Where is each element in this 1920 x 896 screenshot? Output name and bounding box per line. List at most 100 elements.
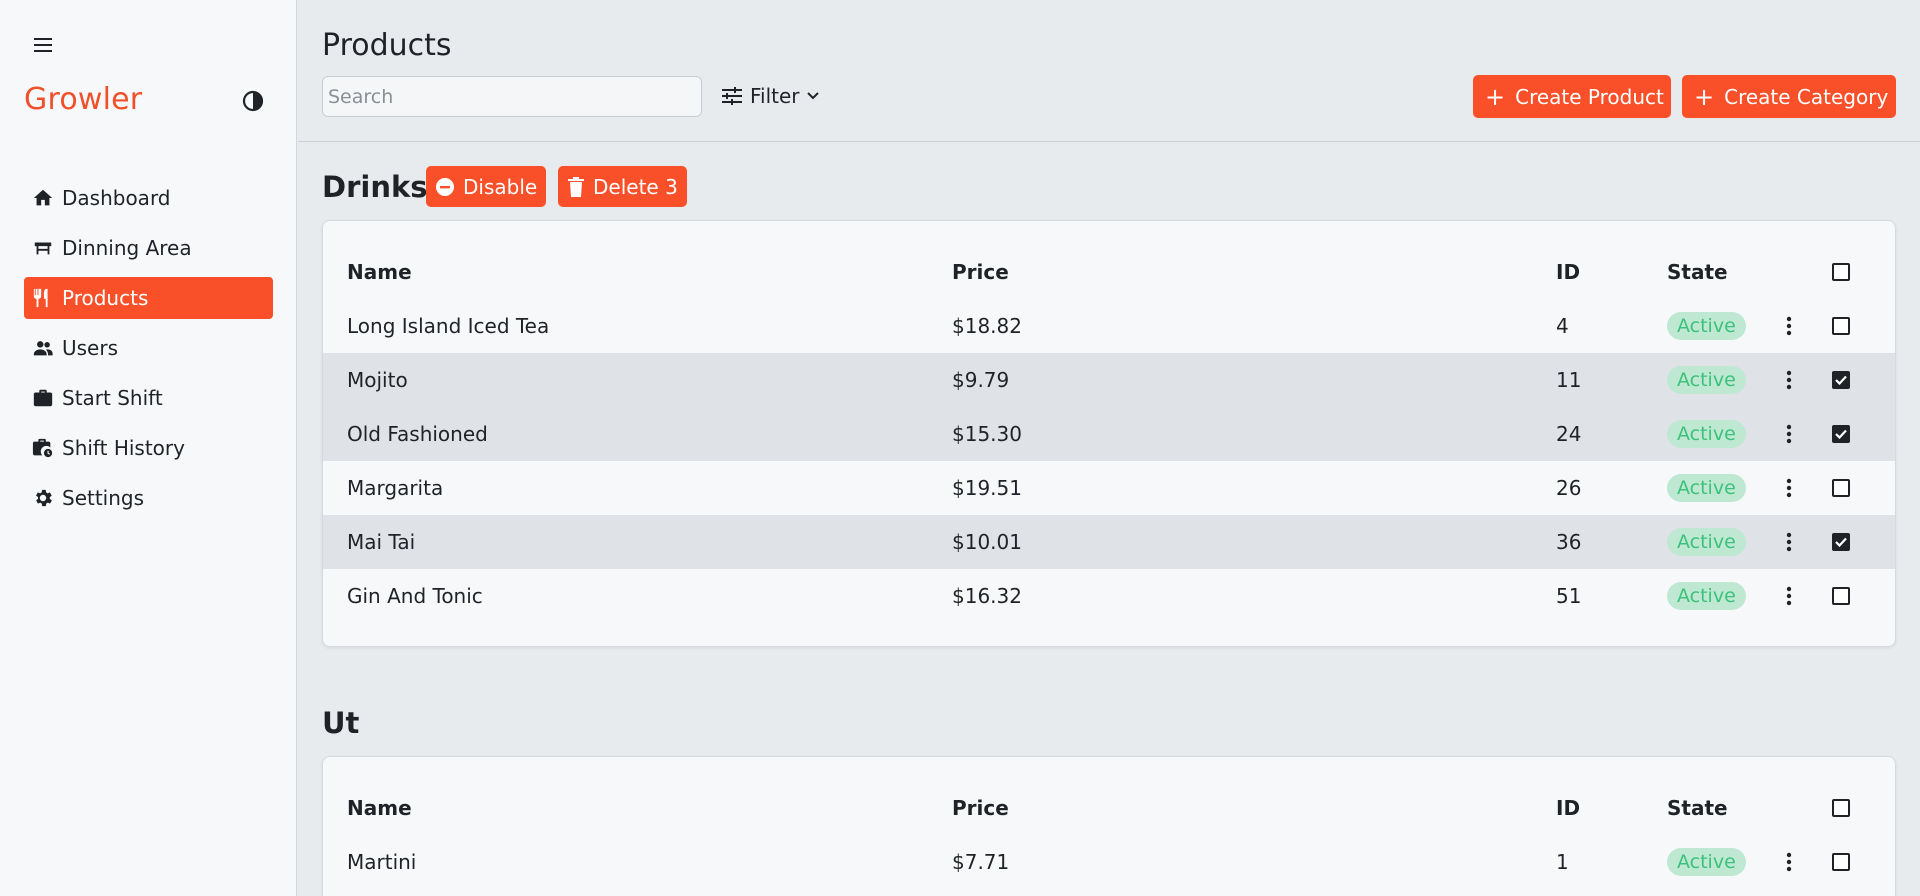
sliders-icon — [722, 87, 742, 105]
sidebar-item-dashboard[interactable]: Dashboard — [24, 177, 273, 219]
select-all-checkbox[interactable] — [1829, 781, 1853, 835]
more-vertical-icon — [1786, 532, 1792, 552]
row-actions-button[interactable] — [1777, 461, 1801, 515]
product-id: 51 — [1556, 584, 1582, 608]
sidebar-item-label: Dinning Area — [62, 236, 192, 260]
select-all-checkbox[interactable] — [1829, 245, 1853, 299]
delete-label: Delete 3 — [593, 174, 678, 199]
column-header-state[interactable]: State — [1667, 781, 1728, 835]
search-input[interactable] — [322, 76, 702, 117]
row-select[interactable] — [1829, 407, 1853, 461]
row-actions-button[interactable] — [1777, 515, 1801, 569]
create-category-label: Create Category — [1724, 84, 1889, 109]
row-select[interactable] — [1829, 299, 1853, 353]
check-icon — [1835, 375, 1847, 385]
column-header-price[interactable]: Price — [952, 245, 1009, 299]
sidebar-item-label: Products — [62, 286, 149, 310]
column-header-id[interactable]: ID — [1556, 245, 1580, 299]
sidebar-item-dinning-area[interactable]: Dinning Area — [24, 227, 273, 269]
row-select[interactable] — [1829, 353, 1853, 407]
row-actions-button[interactable] — [1777, 569, 1801, 623]
plus-icon: + — [1694, 82, 1715, 111]
sidebar-item-settings[interactable]: Settings — [24, 477, 273, 519]
table-row[interactable]: Martini $7.71 1 Active — [323, 835, 1895, 889]
status-badge: Active — [1667, 582, 1746, 610]
table-row[interactable]: Mai Tai $10.01 36 Active — [323, 515, 1895, 569]
checkbox[interactable] — [1832, 853, 1850, 871]
check-icon — [1835, 537, 1847, 547]
row-actions-button[interactable] — [1777, 835, 1801, 889]
row-actions-button[interactable] — [1777, 353, 1801, 407]
trash-icon — [568, 176, 584, 197]
plus-icon: + — [1485, 82, 1506, 111]
sidebar-item-users[interactable]: Users — [24, 327, 273, 369]
row-actions-button[interactable] — [1777, 407, 1801, 461]
app-logo-text[interactable]: Growler — [24, 82, 142, 117]
sidebar-item-start-shift[interactable]: Start Shift — [24, 377, 273, 419]
table-header: Name Price ID State — [323, 245, 1895, 299]
create-product-label: Create Product — [1515, 84, 1664, 109]
delete-selected-button[interactable]: Delete 3 — [558, 166, 687, 207]
table-icon — [32, 237, 54, 259]
state-cell: Active — [1667, 835, 1746, 889]
more-vertical-icon — [1786, 316, 1792, 336]
column-header-price[interactable]: Price — [952, 781, 1009, 835]
checkbox[interactable] — [1832, 263, 1850, 281]
more-vertical-icon — [1786, 424, 1792, 444]
row-select[interactable] — [1829, 515, 1853, 569]
state-cell: Active — [1667, 461, 1746, 515]
disable-label: Disable — [463, 174, 538, 199]
table-row[interactable]: Old Fashioned $15.30 24 Active — [323, 407, 1895, 461]
product-name: Long Island Iced Tea — [347, 314, 550, 338]
checkbox[interactable] — [1832, 371, 1850, 389]
column-header-state[interactable]: State — [1667, 245, 1728, 299]
hamburger-menu-icon[interactable] — [32, 34, 54, 56]
home-icon — [32, 187, 54, 209]
state-cell: Active — [1667, 299, 1746, 353]
row-actions-button[interactable] — [1777, 299, 1801, 353]
sidebar-item-products[interactable]: Products — [24, 277, 273, 319]
sidebar-item-shift-history[interactable]: Shift History — [24, 427, 273, 469]
status-badge: Active — [1667, 528, 1746, 556]
table-row[interactable]: Long Island Iced Tea $18.82 4 Active — [323, 299, 1895, 353]
checkbox[interactable] — [1832, 317, 1850, 335]
state-cell: Active — [1667, 515, 1746, 569]
create-category-button[interactable]: + Create Category — [1682, 75, 1896, 118]
product-id: 24 — [1556, 422, 1582, 446]
status-badge: Active — [1667, 420, 1746, 448]
theme-toggle-icon[interactable] — [241, 89, 265, 113]
checkbox[interactable] — [1832, 425, 1850, 443]
table-row[interactable]: Gin And Tonic $16.32 51 Active — [323, 569, 1895, 623]
users-icon — [32, 337, 54, 359]
checkbox[interactable] — [1832, 533, 1850, 551]
row-select[interactable] — [1829, 835, 1853, 889]
table-row[interactable]: Margarita $19.51 26 Active — [323, 461, 1895, 515]
row-select[interactable] — [1829, 461, 1853, 515]
checkbox[interactable] — [1832, 587, 1850, 605]
checkbox[interactable] — [1832, 799, 1850, 817]
table-header: Name Price ID State — [323, 781, 1895, 835]
product-price: $18.82 — [952, 314, 1022, 338]
row-select[interactable] — [1829, 569, 1853, 623]
product-id: 11 — [1556, 368, 1582, 392]
product-name: Mai Tai — [347, 530, 416, 554]
column-header-name[interactable]: Name — [347, 245, 412, 299]
chevron-down-icon — [806, 92, 819, 100]
more-vertical-icon — [1786, 370, 1792, 390]
checkbox[interactable] — [1832, 479, 1850, 497]
product-name: Margarita — [347, 476, 444, 500]
gear-icon — [32, 487, 54, 509]
sidebar-nav: Dashboard Dinning Area Products Users St… — [24, 177, 273, 527]
state-cell: Active — [1667, 353, 1746, 407]
status-badge: Active — [1667, 848, 1746, 876]
create-product-button[interactable]: + Create Product — [1473, 75, 1671, 118]
table-row[interactable]: Mojito $9.79 11 Active — [323, 353, 1895, 407]
disable-button[interactable]: Disable — [426, 166, 547, 207]
column-header-name[interactable]: Name — [347, 781, 412, 835]
product-name: Mojito — [347, 368, 408, 392]
filter-button[interactable]: Filter — [722, 80, 828, 112]
briefcase-icon — [32, 387, 54, 409]
product-name: Martini — [347, 850, 417, 874]
column-header-id[interactable]: ID — [1556, 781, 1580, 835]
product-name: Gin And Tonic — [347, 584, 483, 608]
